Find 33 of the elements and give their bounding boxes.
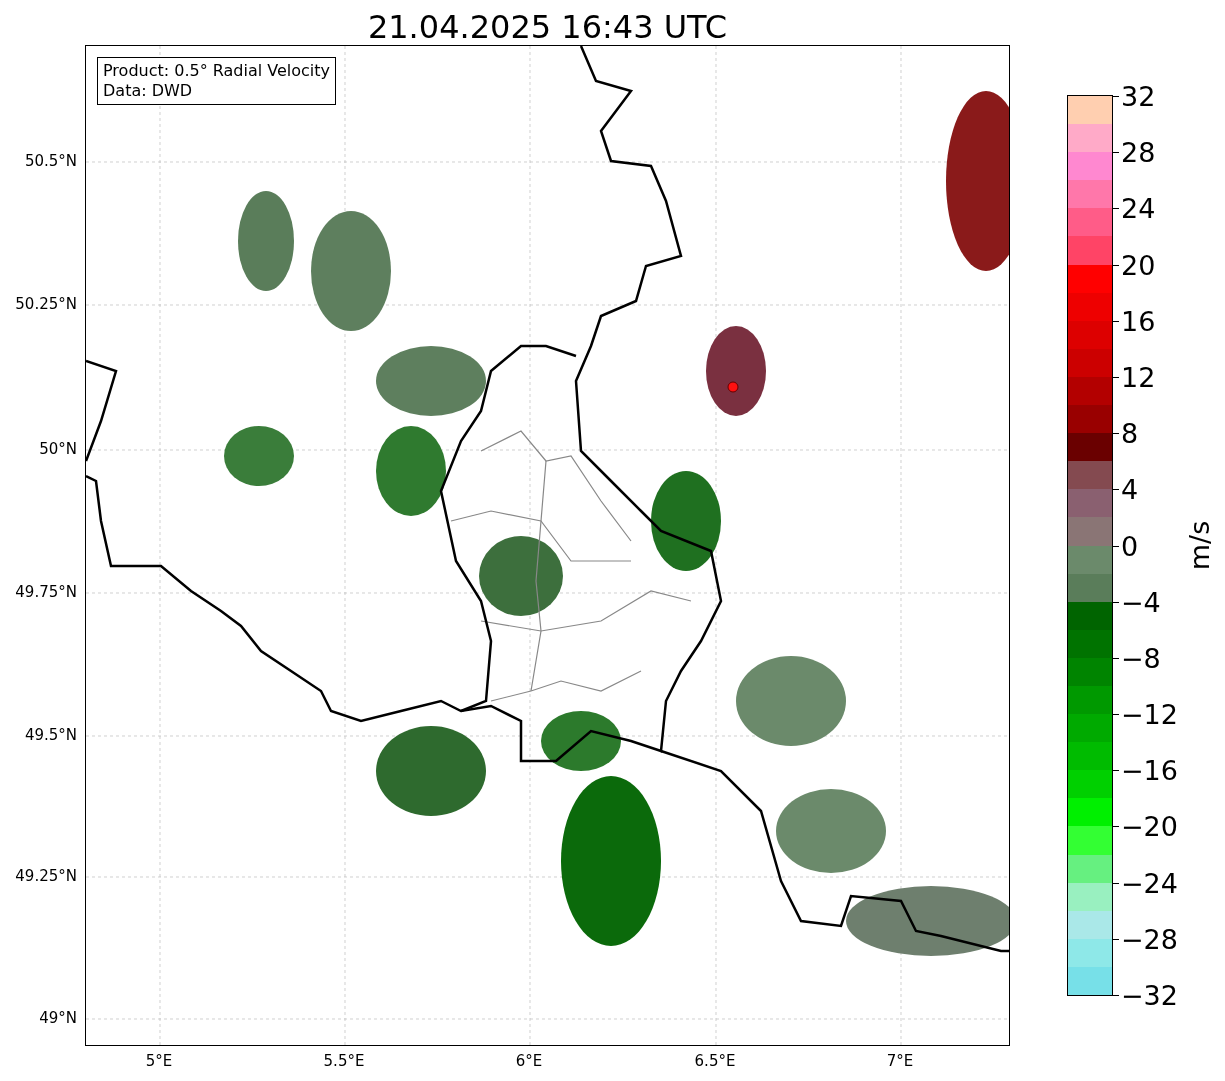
longitude-label: 6°E — [515, 1052, 543, 1070]
colorbar-tick-label: −4 — [1121, 586, 1161, 618]
latitude-label: 50.25°N — [15, 295, 77, 313]
latitude-label: 49.5°N — [24, 726, 77, 744]
colorbar-tick-label: −16 — [1121, 754, 1178, 786]
colorbar-tick-label: −8 — [1121, 642, 1161, 674]
colorbar-tick-label: 16 — [1121, 305, 1156, 337]
colorbar-tick-label: 24 — [1121, 192, 1156, 224]
longitude-label: 5.5°E — [323, 1052, 365, 1070]
latitude-label: 50.5°N — [24, 152, 77, 170]
info-text: Product: 0.5° Radial Velocity — [103, 61, 331, 81]
colorbar-tick-label: −24 — [1121, 867, 1178, 899]
colorbar-label: m/s — [1184, 520, 1216, 571]
colorbar-tick-label: 8 — [1121, 417, 1139, 449]
colorbar-tick-label: −28 — [1121, 923, 1178, 955]
latitude-label: 50°N — [39, 440, 77, 458]
longitude-label: 5°E — [145, 1052, 173, 1070]
longitude-label: 7°E — [886, 1052, 914, 1070]
colorbar-tick-label: 32 — [1121, 80, 1156, 112]
chart-title: 21.04.2025 16:43 UTC — [367, 11, 728, 45]
latitude-label: 49.75°N — [15, 583, 77, 601]
colorbar-tick-label: 12 — [1121, 361, 1156, 393]
colorbar-tick-label: 0 — [1121, 530, 1139, 561]
latitude-label: 49.25°N — [15, 867, 77, 885]
colorbar-tick-label: 28 — [1121, 136, 1156, 168]
info-text: Data: DWD — [103, 81, 194, 101]
latitude-label: 49°N — [39, 1009, 77, 1027]
colorbar-tick-label: −12 — [1121, 698, 1178, 730]
longitude-label: 6.5°E — [694, 1052, 736, 1070]
colorbar-tick-label: 4 — [1121, 473, 1139, 505]
colorbar-tick-label: 20 — [1121, 249, 1156, 281]
colorbar-tick-label: −32 — [1121, 979, 1178, 1011]
colorbar-tick-label: −20 — [1121, 810, 1178, 842]
